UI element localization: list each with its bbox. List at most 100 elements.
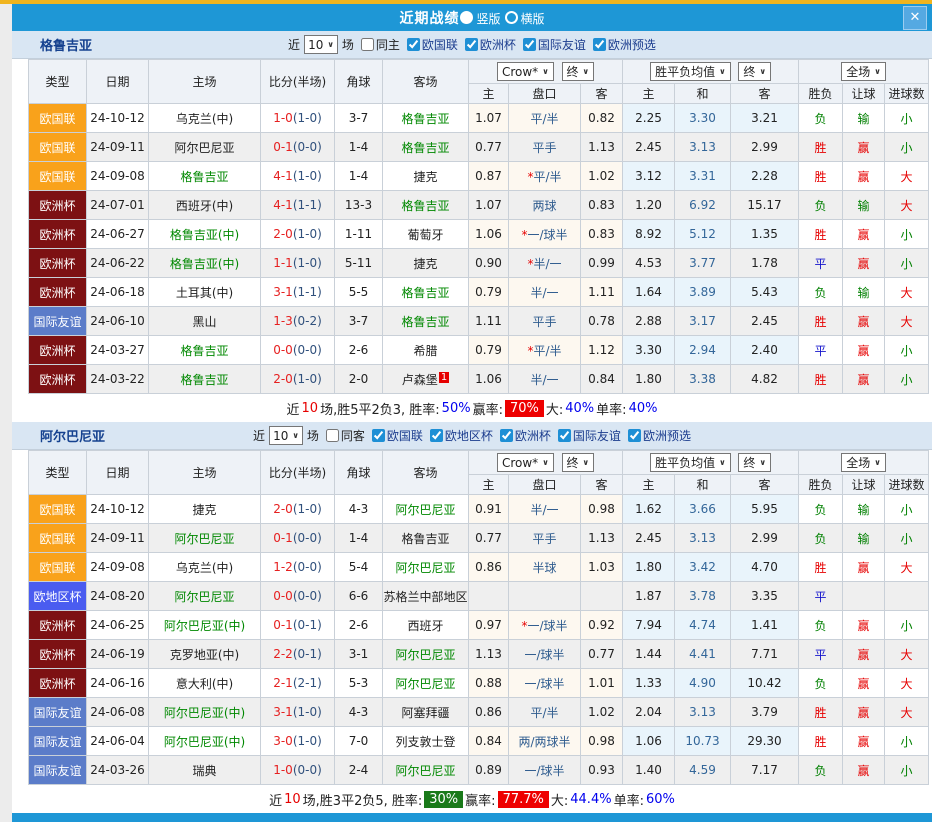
asian-stage-select[interactable]: 终∨ <box>562 62 595 81</box>
competition-filter[interactable]: 国际友谊 <box>551 427 621 444</box>
bookmaker-select[interactable]: Crow*∨ <box>497 62 554 81</box>
chevron-down-icon: ∨ <box>327 40 334 49</box>
match-row: 欧国联 24-09-11 阿尔巴尼亚 0-1(0-0) 1-4 格鲁吉亚 0.7… <box>29 524 929 553</box>
layout-radio-vertical-icon[interactable] <box>460 11 473 24</box>
goals-result: 小 <box>885 495 929 524</box>
competition-checkbox[interactable] <box>558 429 571 442</box>
asian-home-odds: 1.07 <box>469 191 509 220</box>
halftime-score: (0-2) <box>293 314 322 328</box>
corner-score: 1-4 <box>335 162 383 191</box>
europe-odds-select[interactable]: 胜平负均值∨ <box>650 453 731 472</box>
away-team: 捷克 <box>383 249 469 278</box>
match-date: 24-07-01 <box>87 191 149 220</box>
competition-checkbox[interactable] <box>430 429 443 442</box>
halftime-score: (1-0) <box>293 502 322 516</box>
europe-stage-select[interactable]: 终∨ <box>738 62 771 81</box>
handicap-result: 赢 <box>843 336 885 365</box>
halftime-score: (0-0) <box>293 140 322 154</box>
match-row: 欧国联 24-09-11 阿尔巴尼亚 0-1(0-0) 1-4 格鲁吉亚 0.7… <box>29 133 929 162</box>
competition-badge: 国际友谊 <box>29 756 87 785</box>
match-count-select[interactable]: 10∨ <box>269 426 303 445</box>
asian-home-odds: 0.86 <box>469 698 509 727</box>
match-date: 24-06-27 <box>87 220 149 249</box>
match-row: 欧国联 24-10-12 捷克 2-0(1-0) 4-3 阿尔巴尼亚 0.91 … <box>29 495 929 524</box>
competition-filter[interactable]: 国际友谊 <box>516 36 586 53</box>
layout-radio-horizontal-icon[interactable] <box>505 11 518 24</box>
handicap-result: 输 <box>843 104 885 133</box>
competition-checkbox[interactable] <box>465 38 478 51</box>
competition-filter[interactable]: 欧洲预选 <box>586 36 656 53</box>
competition-badge: 欧洲杯 <box>29 640 87 669</box>
corner-score: 1-11 <box>335 220 383 249</box>
asian-handicap: *平/半 <box>509 336 581 365</box>
match-count-value: 10 <box>308 38 323 52</box>
handicap-star: * <box>521 619 527 633</box>
euro-away-odds: 7.71 <box>731 640 799 669</box>
competition-checkbox[interactable] <box>628 429 641 442</box>
scope-select[interactable]: 全场∨ <box>841 62 886 81</box>
corner-score: 13-3 <box>335 191 383 220</box>
euro-draw-odds: 4.74 <box>675 611 731 640</box>
match-score: 1-2(0-0) <box>261 553 335 582</box>
away-team: 格鲁吉亚 <box>383 278 469 307</box>
handicap-star: * <box>521 228 527 242</box>
asian-handicap: 平手 <box>509 524 581 553</box>
competition-filter[interactable]: 欧洲杯 <box>458 36 516 53</box>
competition-filter[interactable]: 欧地区杯 <box>423 427 493 444</box>
competition-checkbox[interactable] <box>372 429 385 442</box>
competition-filter[interactable]: 欧国联 <box>400 36 458 53</box>
match-result: 负 <box>799 278 843 307</box>
competition-filter[interactable]: 欧国联 <box>365 427 423 444</box>
europe-stage-value: 终 <box>743 454 755 471</box>
match-date: 24-06-08 <box>87 698 149 727</box>
games-label: 场 <box>307 427 319 444</box>
halftime-score: (1-0) <box>293 734 322 748</box>
euro-away-odds: 10.42 <box>731 669 799 698</box>
handicap-result: 赢 <box>843 727 885 756</box>
match-result: 负 <box>799 104 843 133</box>
competition-badge: 欧洲杯 <box>29 336 87 365</box>
europe-stage-select[interactable]: 终∨ <box>738 453 771 472</box>
asian-stage-value: 终 <box>567 454 579 471</box>
competition-checkbox[interactable] <box>407 38 420 51</box>
handicap-star: * <box>527 344 533 358</box>
competition-filter-label: 欧洲杯 <box>515 427 551 444</box>
bookmaker-select[interactable]: Crow*∨ <box>497 453 554 472</box>
competition-filter-label: 欧国联 <box>422 36 458 53</box>
same-side-checkbox[interactable] <box>326 429 339 442</box>
chevron-down-icon: ∨ <box>719 458 726 467</box>
europe-odds-select[interactable]: 胜平负均值∨ <box>650 62 731 81</box>
close-button[interactable]: ✕ <box>903 6 927 30</box>
scope-select[interactable]: 全场 ∨ <box>841 453 886 472</box>
corner-score: 2-4 <box>335 756 383 785</box>
layout-option-horizontal[interactable]: 横版 <box>521 12 545 26</box>
scope-value: 全场 <box>846 454 870 471</box>
competition-checkbox[interactable] <box>593 38 606 51</box>
same-side-filter[interactable]: 同客 <box>319 427 365 444</box>
match-date: 24-10-12 <box>87 495 149 524</box>
layout-option-vertical[interactable]: 竖版 <box>476 12 500 26</box>
competition-filter[interactable]: 欧洲预选 <box>621 427 691 444</box>
asian-away-odds: 0.99 <box>581 249 623 278</box>
competition-checkbox[interactable] <box>500 429 513 442</box>
asian-home-odds: 1.07 <box>469 104 509 133</box>
section-header: 阿尔巴尼亚 近 10∨ 场 同客 欧国联欧地区杯欧洲杯国际友谊欧洲预选 <box>12 422 932 450</box>
home-team: 克罗地亚(中) <box>149 640 261 669</box>
asian-handicap: *半/一 <box>509 249 581 278</box>
match-date: 24-09-08 <box>87 162 149 191</box>
euro-draw-odds: 3.42 <box>675 553 731 582</box>
same-side-filter[interactable]: 同主 <box>354 36 400 53</box>
same-side-checkbox[interactable] <box>361 38 374 51</box>
corner-score: 1-4 <box>335 524 383 553</box>
euro-away-odds: 2.40 <box>731 336 799 365</box>
competition-filter[interactable]: 欧洲杯 <box>493 427 551 444</box>
match-count-select[interactable]: 10 ∨ <box>304 35 338 54</box>
chevron-down-icon: ∨ <box>874 458 881 467</box>
euro-away-odds: 15.17 <box>731 191 799 220</box>
euro-away-odds: 2.99 <box>731 133 799 162</box>
match-score: 0-0(0-0) <box>261 582 335 611</box>
asian-stage-select[interactable]: 终∨ <box>562 453 595 472</box>
summary-handicap-rate: 70% <box>505 400 544 417</box>
competition-checkbox[interactable] <box>523 38 536 51</box>
halftime-score: (0-1) <box>293 647 322 661</box>
